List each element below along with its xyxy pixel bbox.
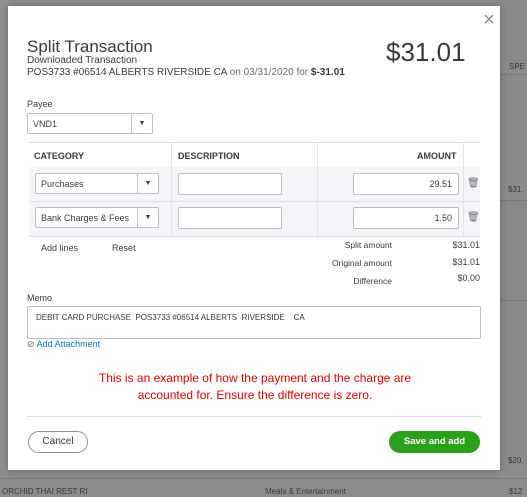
column-header-amount: AMOUNT [417, 151, 457, 161]
amount-input[interactable]: 1.50 [353, 207, 459, 229]
total-amount: $31.01 [386, 37, 466, 67]
column-header-description: DESCRIPTION [178, 151, 240, 161]
transaction-summary: POS3733 #06514 ALBERTS RIVERSIDE CA on 0… [27, 67, 345, 78]
column-divider [463, 143, 464, 236]
footer-divider [27, 416, 481, 417]
split-transaction-dialog: × Split Transaction Downloaded Transacti… [8, 6, 500, 470]
background-amount: $20. [508, 456, 524, 465]
background-amount: $31. [508, 185, 524, 194]
add-lines-button[interactable]: Add lines [41, 243, 78, 253]
trash-icon[interactable]: 🗑 [467, 178, 481, 192]
payee-value: VND1 [33, 119, 58, 129]
row-divider [29, 236, 480, 237]
chevron-down-icon: ▼ [131, 114, 152, 133]
memo-label: Memo [27, 293, 53, 303]
cancel-button[interactable]: Cancel [28, 431, 88, 453]
annotation-note: This is an example of how the payment an… [98, 371, 412, 402]
split-amount-value: $31.01 [452, 240, 480, 250]
category-select[interactable]: Bank Charges & Fees ▼ [35, 207, 159, 228]
amount-input[interactable]: 29.51 [353, 173, 459, 195]
background-column-header: SPE [509, 62, 526, 71]
background-divider [500, 300, 527, 301]
category-value: Bank Charges & Fees [41, 213, 130, 223]
payee-label: Payee [27, 99, 53, 109]
difference-label: Difference [353, 276, 392, 286]
memo-textarea[interactable]: DEBIT CARD PURCHASE POS3733 #06514 ALBER… [27, 306, 481, 339]
original-amount-value: $31.01 [452, 257, 480, 267]
description-input[interactable] [178, 207, 282, 229]
original-amount-label: Original amount [331, 258, 392, 268]
transaction-date: on 03/31/2020 for [229, 67, 309, 78]
transaction-amount: $-31.01 [310, 67, 345, 78]
column-divider [171, 143, 172, 236]
background-left-panel [0, 0, 8, 497]
description-input[interactable] [178, 173, 282, 195]
dialog-title: Split Transaction [27, 37, 153, 56]
split-amount-label: Split amount [344, 240, 392, 250]
close-icon[interactable]: × [479, 10, 499, 30]
background-divider [500, 200, 527, 201]
add-attachment-label: Add Attachment [36, 339, 101, 349]
background-payee: ORCHID THAI REST RI [2, 487, 88, 496]
reset-button[interactable]: Reset [112, 243, 136, 253]
transaction-description: POS3733 #06514 ALBERTS RIVERSIDE CA [27, 67, 227, 78]
table-top-border [29, 142, 480, 143]
chevron-down-icon: ▼ [137, 174, 158, 193]
column-divider [317, 143, 318, 236]
dialog-subtitle: Downloaded Transaction [27, 55, 138, 66]
difference-value: $0.00 [457, 273, 480, 283]
save-and-add-button[interactable]: Save and add [389, 431, 480, 453]
background-divider [500, 74, 527, 75]
paperclip-icon: ⊘ [27, 339, 35, 349]
category-select[interactable]: Purchases ▼ [35, 173, 159, 194]
trash-icon[interactable]: 🗑 [467, 212, 481, 226]
chevron-down-icon: ▼ [137, 208, 158, 227]
background-amount: $12 [509, 487, 523, 496]
add-attachment-link[interactable]: ⊘ Add Attachment [27, 339, 100, 350]
column-header-category: CATEGORY [34, 151, 85, 161]
category-value: Purchases [41, 179, 84, 189]
background-category: Meals & Entertainment [265, 487, 346, 496]
background-divider [0, 478, 527, 479]
payee-select[interactable]: VND1 ▼ [27, 113, 153, 134]
